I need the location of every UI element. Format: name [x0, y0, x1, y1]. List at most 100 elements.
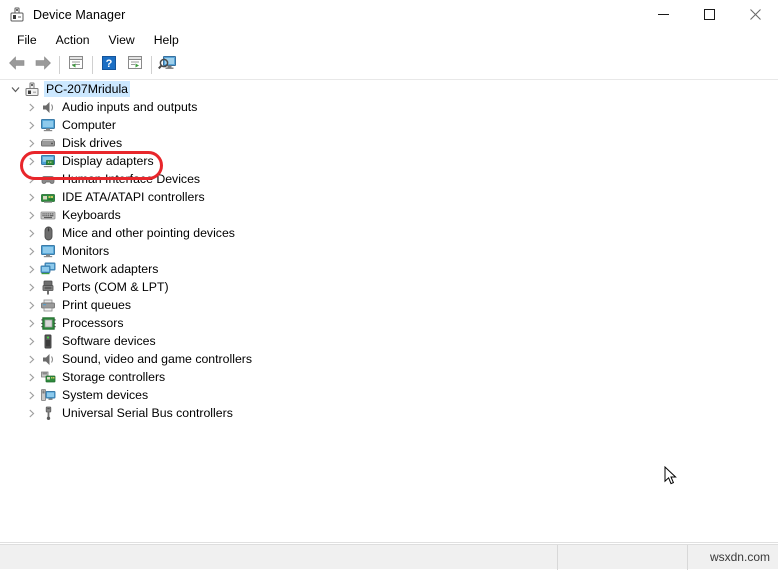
disk-drive-icon: [39, 135, 57, 151]
chevron-right-icon[interactable]: [24, 193, 39, 202]
menu-help[interactable]: Help: [146, 31, 188, 49]
speaker-icon: [39, 99, 57, 115]
device-manager-icon: [9, 7, 25, 23]
tree-item-print-queues[interactable]: Print queues: [0, 296, 778, 314]
window-controls: [640, 0, 778, 29]
hid-icon: [39, 171, 57, 187]
update-driver-button[interactable]: [122, 53, 148, 77]
status-segment-right: wsxdn.com: [688, 545, 778, 570]
computer-root-icon: [23, 81, 41, 97]
minimize-button[interactable]: [640, 0, 686, 29]
port-connector-icon: [39, 279, 57, 295]
menu-file[interactable]: File: [9, 31, 46, 49]
status-segment-left: [0, 544, 558, 570]
chevron-right-icon[interactable]: [24, 337, 39, 346]
chevron-right-icon[interactable]: [24, 355, 39, 364]
display-adapter-icon: [39, 153, 57, 169]
printer-icon: [39, 297, 57, 313]
tree-item-label: Display adapters: [62, 154, 154, 168]
chevron-right-icon[interactable]: [24, 283, 39, 292]
back-arrow-icon: [8, 55, 26, 76]
title-bar: Device Manager: [0, 0, 778, 29]
mouse-icon: [39, 225, 57, 241]
tree-item-label: Ports (COM & LPT): [62, 280, 169, 294]
chevron-right-icon[interactable]: [24, 103, 39, 112]
tree-item-ide-ata-atapi-controllers[interactable]: IDE ATA/ATAPI controllers: [0, 188, 778, 206]
chevron-right-icon[interactable]: [24, 157, 39, 166]
software-device-icon: [39, 333, 57, 349]
tree-item-monitors[interactable]: Monitors: [0, 242, 778, 260]
tree-item-system-devices[interactable]: System devices: [0, 386, 778, 404]
tree-item-label: Storage controllers: [62, 370, 166, 384]
maximize-button[interactable]: [686, 0, 732, 29]
tree-item-label: Universal Serial Bus controllers: [62, 406, 233, 420]
panel-divider: [0, 542, 778, 543]
chevron-right-icon[interactable]: [24, 175, 39, 184]
chevron-right-icon[interactable]: [24, 301, 39, 310]
chevron-right-icon[interactable]: [24, 391, 39, 400]
menu-view[interactable]: View: [101, 31, 144, 49]
tree-item-human-interface-devices[interactable]: Human Interface Devices: [0, 170, 778, 188]
processor-chip-icon: [39, 315, 57, 331]
system-device-icon: [39, 387, 57, 403]
forward-button[interactable]: [30, 53, 56, 77]
menu-action[interactable]: Action: [48, 31, 99, 49]
tree-item-label: Monitors: [62, 244, 110, 258]
watermark-text: wsxdn.com: [709, 550, 770, 564]
device-manager-window: Device Manager File Action View Help ? P…: [0, 0, 778, 570]
svg-text:?: ?: [106, 58, 113, 70]
tree-item-audio-inputs-and-outputs[interactable]: Audio inputs and outputs: [0, 98, 778, 116]
help-question-icon: ?: [101, 55, 117, 76]
tree-item-label: System devices: [62, 388, 149, 402]
toolbar-separator: [92, 56, 93, 74]
tree-item-label: Sound, video and game controllers: [62, 352, 253, 366]
tree-item-computer[interactable]: Computer: [0, 116, 778, 134]
status-segment-middle: [558, 544, 688, 570]
tree-item-storage-controllers[interactable]: Storage controllers: [0, 368, 778, 386]
tree-item-universal-serial-bus-controllers[interactable]: Universal Serial Bus controllers: [0, 404, 778, 422]
chevron-right-icon[interactable]: [24, 319, 39, 328]
tree-item-label: Human Interface Devices: [62, 172, 201, 186]
tree-item-software-devices[interactable]: Software devices: [0, 332, 778, 350]
tree-item-mice-and-other-pointing-devices[interactable]: Mice and other pointing devices: [0, 224, 778, 242]
menu-bar: File Action View Help: [0, 29, 778, 51]
tree-item-label: Computer: [62, 118, 116, 132]
tree-root-node[interactable]: PC-207Mridula: [0, 80, 778, 98]
tree-item-label: Print queues: [62, 298, 132, 312]
status-bar: wsxdn.com: [0, 544, 778, 570]
scan-hardware-changes-button[interactable]: [155, 53, 181, 77]
tree-item-ports-com-lpt[interactable]: Ports (COM & LPT): [0, 278, 778, 296]
properties-button[interactable]: [63, 53, 89, 77]
scan-hardware-icon: [158, 54, 178, 76]
tree-item-label: Mice and other pointing devices: [62, 226, 235, 240]
device-tree[interactable]: PC-207Mridula Audio inputs and outputs C…: [0, 80, 778, 542]
chevron-right-icon[interactable]: [24, 409, 39, 418]
tree-item-keyboards[interactable]: Keyboards: [0, 206, 778, 224]
tree-item-label: Network adapters: [62, 262, 159, 276]
chevron-right-icon[interactable]: [24, 121, 39, 130]
keyboard-icon: [39, 207, 57, 223]
tree-item-processors[interactable]: Processors: [0, 314, 778, 332]
tree-item-label: Audio inputs and outputs: [62, 100, 198, 114]
back-button[interactable]: [4, 53, 30, 77]
network-adapter-icon: [39, 261, 57, 277]
chevron-down-icon[interactable]: [8, 85, 23, 94]
chevron-right-icon[interactable]: [24, 139, 39, 148]
monitor-icon: [39, 243, 57, 259]
tree-item-display-adapters[interactable]: Display adapters: [0, 152, 778, 170]
chevron-right-icon[interactable]: [24, 247, 39, 256]
toolbar: ?: [0, 51, 778, 79]
forward-arrow-icon: [34, 55, 52, 76]
help-button[interactable]: ?: [96, 53, 122, 77]
chevron-right-icon[interactable]: [24, 373, 39, 382]
tree-item-disk-drives[interactable]: Disk drives: [0, 134, 778, 152]
toolbar-separator: [151, 56, 152, 74]
chevron-right-icon[interactable]: [24, 265, 39, 274]
close-button[interactable]: [732, 0, 778, 29]
chevron-right-icon[interactable]: [24, 211, 39, 220]
speaker-icon: [39, 351, 57, 367]
tree-item-network-adapters[interactable]: Network adapters: [0, 260, 778, 278]
tree-item-sound-video-and-game-controllers[interactable]: Sound, video and game controllers: [0, 350, 778, 368]
chevron-right-icon[interactable]: [24, 229, 39, 238]
toolbar-separator: [59, 56, 60, 74]
